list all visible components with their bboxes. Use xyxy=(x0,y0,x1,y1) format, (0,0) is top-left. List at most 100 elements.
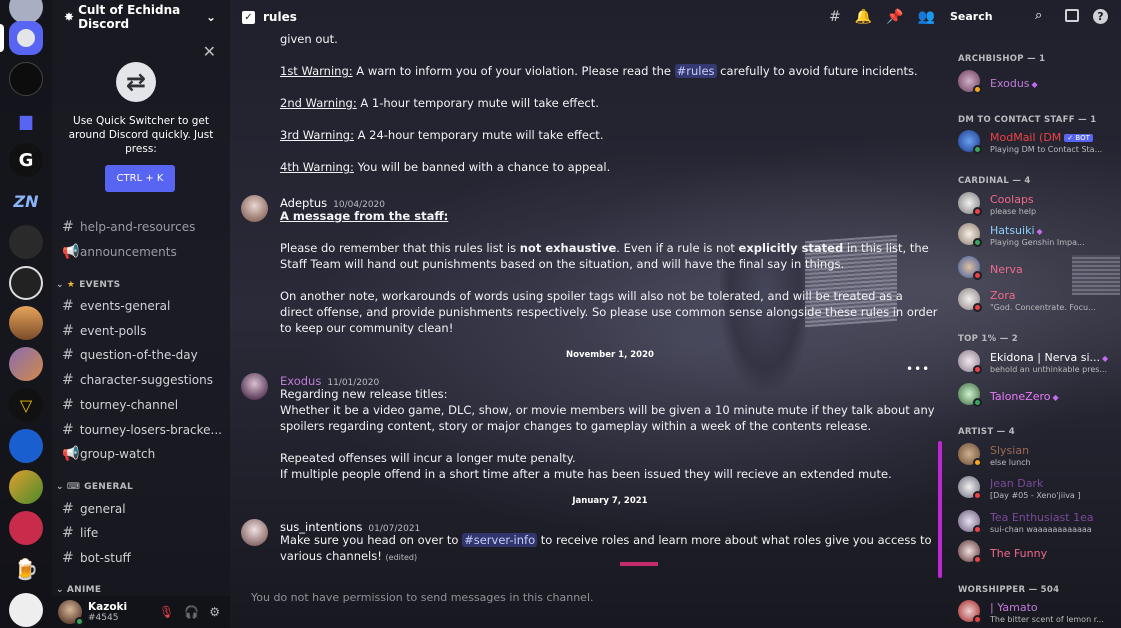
pin-icon[interactable]: 📌 xyxy=(886,9,903,25)
category-general[interactable]: ⌄ ⌨ GENERAL xyxy=(56,482,133,492)
server-icon-sunset[interactable] xyxy=(9,306,43,340)
member-item[interactable]: The Funny xyxy=(958,537,1118,567)
channel-announcements[interactable]: 📢 announcements xyxy=(62,241,222,263)
more-options-icon[interactable]: ••• xyxy=(906,362,930,376)
member-item[interactable]: TaloneZero ◆ xyxy=(958,380,1118,410)
avatar[interactable] xyxy=(241,519,268,546)
member-item[interactable]: Tea Enthusiast 1ea sui-chan waaaaaaaaaaa… xyxy=(958,507,1118,537)
avatar[interactable] xyxy=(241,195,268,222)
server-icon-anime[interactable] xyxy=(9,593,43,627)
channel-mention[interactable]: #rules xyxy=(674,64,717,78)
member-item[interactable]: Coolaps please help xyxy=(958,189,1118,219)
message-text: to receive roles and learn more about wh… xyxy=(537,533,932,547)
message-text: various channels! xyxy=(280,549,382,563)
status-idle-icon xyxy=(973,458,982,467)
user-info[interactable]: Kazoki #4545 xyxy=(88,601,127,623)
server-icon-mandala[interactable] xyxy=(9,266,43,300)
member-list: ARCHBISHOP — 1 Exodus ◆ DM TO CONTACT STA… xyxy=(948,34,1121,628)
status-dnd-icon xyxy=(973,207,982,216)
member-item[interactable]: Hatsuiki ◆ Playing Genshin Impa... xyxy=(958,220,1118,250)
member-item[interactable]: Zora "God. Concentrate. Focu... xyxy=(958,285,1118,315)
channel-question-of-the-day[interactable]: # question-of-the-day xyxy=(62,344,222,366)
server-icon-beer[interactable]: 🍺 xyxy=(9,552,43,586)
member-name: Jean Dark xyxy=(990,477,1044,490)
message-text: Staff Team will hand out punishments bas… xyxy=(280,257,845,271)
message-text: in this list, the xyxy=(843,241,929,255)
category-events[interactable]: ⌄ ★ EVENTS xyxy=(56,280,120,290)
channel-life[interactable]: # life xyxy=(62,522,222,544)
warning-label: 4th Warning: xyxy=(280,160,354,174)
bot-tag: ✓ BOT xyxy=(1064,134,1093,142)
channel-general[interactable]: # general xyxy=(62,498,222,520)
quick-switcher-tip: ✕ ⇄ Use Quick Switcher to get around Dis… xyxy=(52,36,230,196)
server-icon-rocket[interactable] xyxy=(9,225,43,259)
server-icon-triangle[interactable]: ▽ xyxy=(9,388,43,422)
member-group-header: ARTIST — 4 xyxy=(958,427,1015,437)
avatar[interactable] xyxy=(58,600,84,626)
gear-icon[interactable]: ⚙ xyxy=(209,605,220,619)
channel-event-polls[interactable]: # event-polls xyxy=(62,320,222,342)
server-header[interactable]: ✸ Cult of Echidna Discord ⌄ xyxy=(52,0,230,34)
message-text: If multiple people offend in a short tim… xyxy=(280,467,892,481)
date-divider: November 1, 2020 xyxy=(566,350,654,360)
threads-icon[interactable]: # xyxy=(829,9,841,25)
member-status: The bitter scent of lemon r... xyxy=(990,615,1104,624)
member-name-text: ModMail (DM xyxy=(990,131,1062,144)
member-item[interactable]: | Yamato The bitter scent of lemon r... xyxy=(958,597,1118,627)
channel-label: question-of-the-day xyxy=(80,348,198,362)
message-text: direct offense, and provide punishments … xyxy=(280,305,938,319)
avatar[interactable] xyxy=(241,373,268,400)
search-icon[interactable]: ⌕ xyxy=(1035,8,1042,23)
bell-icon[interactable]: 🔔 xyxy=(855,9,872,25)
member-item[interactable]: Jean Dark [Day #05 - Xeno'jiiva ] xyxy=(958,473,1118,503)
mute-mic-icon[interactable]: 🎙 xyxy=(159,605,174,619)
user-controls: 🎙 🎧 ⚙ xyxy=(159,605,220,619)
inbox-icon[interactable] xyxy=(1065,9,1079,22)
close-icon[interactable]: ✕ xyxy=(203,42,216,61)
member-name: Tea Enthusiast 1ea xyxy=(990,511,1094,524)
status-dnd-icon xyxy=(973,365,982,374)
member-group-header: WORSHIPPER — 504 xyxy=(958,585,1060,595)
message-text: Please do remember that this rules list … xyxy=(280,241,520,255)
server-icon[interactable] xyxy=(9,62,43,96)
server-icon-zn[interactable]: ZN xyxy=(9,184,43,218)
member-item[interactable]: Slysian else lunch xyxy=(958,440,1118,470)
help-icon[interactable]: ? xyxy=(1093,9,1108,24)
channel-bot-stuff[interactable]: # bot-stuff xyxy=(62,547,222,569)
server-icon-blue[interactable] xyxy=(9,429,43,463)
server-icon-game[interactable] xyxy=(9,470,43,504)
channel-group-watch[interactable]: 📢 group-watch xyxy=(62,443,222,465)
member-item[interactable]: Ekidona | Nerva si... ◆ behold an unthink… xyxy=(958,347,1118,377)
quick-switcher-shortcut[interactable]: CTRL + K xyxy=(105,165,175,192)
scrollbar[interactable] xyxy=(938,441,942,578)
search-input[interactable]: Search xyxy=(950,10,993,23)
channel-sidebar: ✸ Cult of Echidna Discord ⌄ ✕ ⇄ Use Quic… xyxy=(52,0,230,628)
channel-help-and-resources[interactable]: # help-and-resources xyxy=(62,216,222,238)
channel-label: tourney-channel xyxy=(80,398,179,412)
member-status: else lunch xyxy=(990,458,1031,467)
members-icon[interactable]: 👥 xyxy=(918,9,935,25)
hash-icon: # xyxy=(62,525,74,541)
nitro-icon: ◆ xyxy=(1052,393,1059,402)
server-icon-current[interactable] xyxy=(9,21,43,55)
channel-character-suggestions[interactable]: # character-suggestions xyxy=(62,369,222,391)
message-warning-4: 4th Warning: You will be banned with a c… xyxy=(280,159,610,175)
member-item[interactable]: ModMail (DM ✓ BOT Playing DM to Contact S… xyxy=(958,127,1118,157)
category-anime[interactable]: ⌄ ANIME xyxy=(56,585,101,595)
server-icon-circle[interactable] xyxy=(9,511,43,545)
server-icon-art[interactable] xyxy=(9,347,43,381)
member-item[interactable]: Nerva xyxy=(958,253,1118,283)
member-group-header: TOP 1% — 2 xyxy=(958,334,1018,344)
channel-tourney-channel[interactable]: # tourney-channel xyxy=(62,394,222,416)
member-name-text: TaloneZero xyxy=(990,390,1051,403)
channel-mention[interactable]: #server-info xyxy=(462,533,538,547)
headphones-icon[interactable]: 🎧 xyxy=(184,605,199,619)
server-icon-g[interactable]: G xyxy=(9,143,43,177)
channel-label: tourney-losers-bracke... xyxy=(79,423,222,437)
folder-icon[interactable]: ▆ xyxy=(9,103,43,137)
member-group-header: DM TO CONTACT STAFF — 1 xyxy=(958,115,1097,125)
member-item[interactable]: Exodus ◆ xyxy=(958,67,1118,97)
channel-events-general[interactable]: # events-general xyxy=(62,295,222,317)
channel-tourney-losers-bracket[interactable]: # tourney-losers-bracke... xyxy=(62,419,222,441)
header-toolbar: # 🔔 📌 👥 xyxy=(829,9,935,25)
